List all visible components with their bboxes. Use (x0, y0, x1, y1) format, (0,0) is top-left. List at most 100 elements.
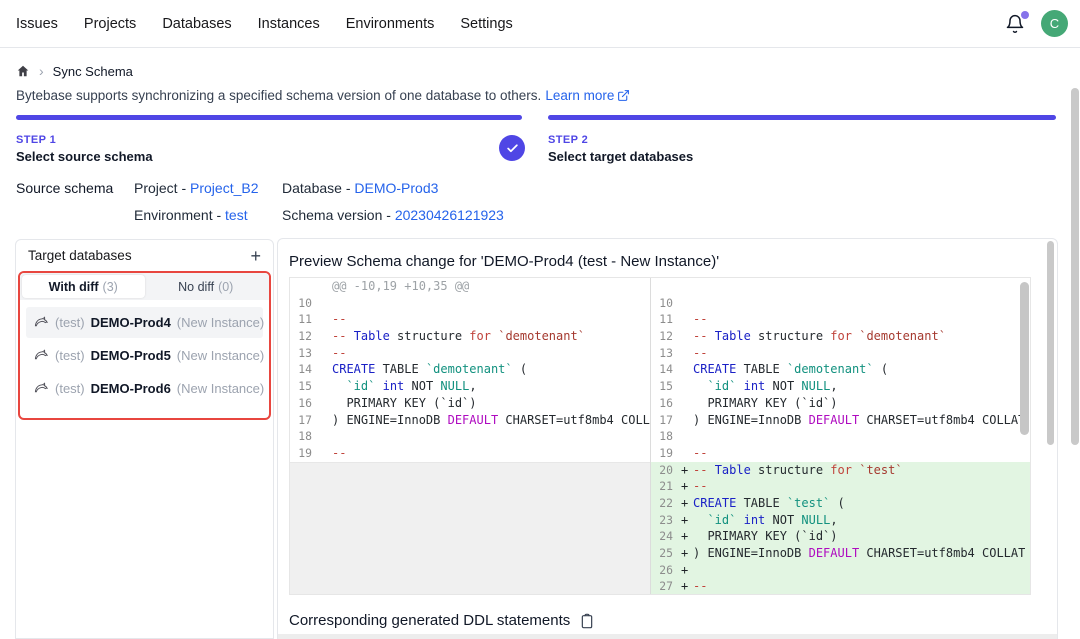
step1-progress-bar (16, 115, 522, 120)
target-database-list: (test) DEMO-Prod4 (New Instance) (test) DEMO… (20, 300, 269, 411)
code-line: 14CREATE TABLE `demotenant` ( (651, 361, 1030, 378)
external-link-icon (617, 89, 630, 102)
nav-item-issues[interactable]: Issues (16, 16, 58, 32)
source-environment-field: Environment - test (134, 207, 248, 223)
code-line: 11-- (651, 311, 1030, 328)
learn-more-link[interactable]: Learn more (545, 88, 630, 103)
code-line: 12-- Table structure for `demotenant` (651, 328, 1030, 345)
code-line: 23+ `id` int NOT NULL, (651, 512, 1030, 529)
step1-block: STEP 1 Select source schema (16, 134, 153, 164)
db-suffix: (New Instance) (177, 381, 264, 396)
editor-scrollbar[interactable] (1020, 282, 1029, 435)
source-project-field: Project - Project_B2 (134, 180, 259, 196)
code-line: 17) ENGINE=InnoDB DEFAULT CHARSET=utf8mb… (651, 412, 1030, 429)
code-line: 13-- (290, 345, 650, 362)
source-version-field: Schema version - 20230426121923 (282, 207, 504, 223)
schema-diff-editor[interactable]: @@ -10,19 +10,35 @@1011--12-- Table stru… (289, 277, 1031, 595)
database-row-demo-prod6[interactable]: (test) DEMO-Prod6 (New Instance) (26, 373, 263, 404)
environment-link[interactable]: test (225, 207, 248, 223)
tab-no-diff[interactable]: No diff(0) (145, 275, 268, 298)
db-environment: (test) (55, 315, 85, 330)
nav-item-settings[interactable]: Settings (460, 16, 512, 32)
notification-dot (1021, 11, 1029, 19)
step2-block: STEP 2 Select target databases (548, 134, 693, 164)
code-line: 14CREATE TABLE `demotenant` ( (290, 361, 650, 378)
preview-title: Preview Schema change for 'DEMO-Prod4 (t… (289, 253, 719, 270)
db-name: DEMO-Prod4 (91, 315, 171, 330)
nav-item-instances[interactable]: Instances (258, 16, 320, 32)
code-line: 27+-- (651, 578, 1030, 594)
nav-right: C (1005, 10, 1068, 37)
diff-tabs: With diff(3)No diff(0) (20, 273, 269, 300)
ddl-editor-top-edge (278, 634, 1057, 639)
notifications-bell-icon[interactable] (1005, 14, 1025, 34)
db-environment: (test) (55, 348, 85, 363)
code-line: 19-- (290, 445, 650, 462)
source-schema-label: Source schema (16, 180, 113, 196)
code-line: 13-- (651, 345, 1030, 362)
tab-with-diff[interactable]: With diff(3) (22, 275, 145, 298)
step2-eyebrow: STEP 2 (548, 134, 693, 146)
breadcrumb: › Sync Schema (16, 63, 133, 79)
breadcrumb-page: Sync Schema (53, 64, 133, 79)
code-line: 26+ (651, 562, 1030, 579)
mysql-icon (34, 381, 49, 396)
field-label: Project - (134, 180, 190, 196)
ddl-section-header: Corresponding generated DDL statements (289, 612, 595, 629)
mysql-icon (34, 348, 49, 363)
code-line: @@ -10,19 +10,35 @@ (290, 278, 650, 295)
copy-ddl-button[interactable] (579, 613, 595, 629)
step1-title: Select source schema (16, 149, 153, 164)
code-line: 16 PRIMARY KEY (`id`) (290, 395, 650, 412)
code-line: 17) ENGINE=InnoDB DEFAULT CHARSET=utf8mb… (290, 412, 650, 429)
field-label: Database - (282, 180, 354, 196)
code-line (651, 278, 1030, 295)
code-line: 10 (651, 295, 1030, 312)
db-name: DEMO-Prod6 (91, 381, 171, 396)
diff-pane-original: @@ -10,19 +10,35 @@1011--12-- Table stru… (290, 278, 650, 594)
target-databases-header: Target databases + (16, 240, 273, 271)
code-line: 11-- (290, 311, 650, 328)
clipboard-icon (579, 613, 595, 629)
code-line: 16 PRIMARY KEY (`id`) (651, 395, 1030, 412)
intro-text: Bytebase supports synchronizing a specif… (16, 88, 541, 103)
code-line: 18 (290, 428, 650, 445)
step1-eyebrow: STEP 1 (16, 134, 153, 146)
diff-pane-modified: 1011--12-- Table structure for `demotena… (651, 278, 1030, 594)
nav-item-databases[interactable]: Databases (162, 16, 231, 32)
code-line: 20+-- Table structure for `test` (651, 462, 1030, 479)
step2-title: Select target databases (548, 149, 693, 164)
nav-item-environments[interactable]: Environments (346, 16, 435, 32)
code-line: 15 `id` int NOT NULL, (290, 378, 650, 395)
db-suffix: (New Instance) (177, 315, 264, 330)
panel-scrollbar[interactable] (1047, 241, 1054, 445)
project-link[interactable]: Project_B2 (190, 180, 258, 196)
code-line: 22+CREATE TABLE `test` ( (651, 495, 1030, 512)
ddl-title: Corresponding generated DDL statements (289, 612, 570, 629)
db-suffix: (New Instance) (177, 348, 264, 363)
db-environment: (test) (55, 381, 85, 396)
top-nav: Issues Projects Databases Instances Environm… (0, 0, 1080, 48)
code-line: 18 (651, 428, 1030, 445)
target-databases-panel: Target databases + With diff(3)No diff(0… (15, 239, 274, 639)
page-scrollbar[interactable] (1071, 88, 1079, 445)
db-name: DEMO-Prod5 (91, 348, 171, 363)
code-line: 25+) ENGINE=InnoDB DEFAULT CHARSET=utf8m… (651, 545, 1030, 562)
database-row-demo-prod5[interactable]: (test) DEMO-Prod5 (New Instance) (26, 340, 263, 371)
database-link[interactable]: DEMO-Prod3 (354, 180, 438, 196)
add-target-database-button[interactable]: + (250, 247, 261, 265)
code-line: 12-- Table structure for `demotenant` (290, 328, 650, 345)
database-row-demo-prod4[interactable]: (test) DEMO-Prod4 (New Instance) (26, 307, 263, 338)
mysql-icon (34, 315, 49, 330)
avatar[interactable]: C (1041, 10, 1068, 37)
source-database-field: Database - DEMO-Prod3 (282, 180, 438, 196)
home-icon[interactable] (16, 64, 30, 78)
field-label: Schema version - (282, 207, 395, 223)
schema-version-link[interactable]: 20230426121923 (395, 207, 504, 223)
code-line: 10 (290, 295, 650, 312)
intro-text-row: Bytebase supports synchronizing a specif… (16, 88, 630, 103)
diff-filler-region (290, 462, 650, 594)
field-label: Environment - (134, 207, 225, 223)
nav-item-projects[interactable]: Projects (84, 16, 136, 32)
step1-completed-icon (499, 135, 525, 161)
